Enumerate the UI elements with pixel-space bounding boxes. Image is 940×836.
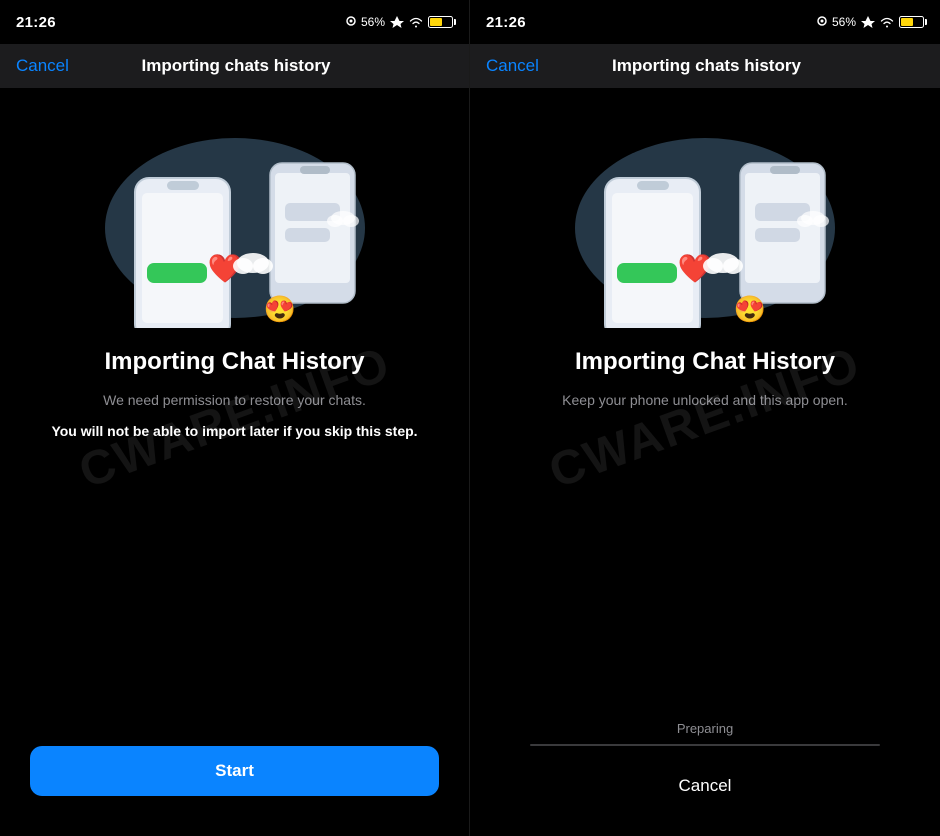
wifi-icon-left (409, 17, 423, 28)
cancel-nav-right[interactable]: Cancel (486, 56, 539, 76)
nav-title-left: Importing chats history (142, 56, 331, 76)
right-phone-screen: CWARE.INFO 21:26 56% Cancel Importing ch… (470, 0, 940, 836)
warning-text-left: You will not be able to import later if … (51, 421, 417, 442)
description-left: We need permission to restore your chats… (103, 390, 366, 411)
content-left: ❤️ 😍 Importing Chat History We need perm… (0, 88, 469, 836)
nav-bar-right: Cancel Importing chats history (470, 44, 940, 88)
airplane-icon-right (861, 16, 875, 28)
svg-text:😍: 😍 (734, 294, 766, 324)
status-icons-left: 56% (346, 15, 453, 29)
description-right: Keep your phone unlocked and this app op… (562, 390, 848, 411)
battery-percent-right: 56% (832, 15, 856, 29)
heading-right: Importing Chat History (575, 348, 835, 376)
status-time-left: 21:26 (16, 14, 56, 31)
progress-label: Preparing (530, 721, 880, 736)
cancel-button-left[interactable]: Cancel (16, 56, 69, 76)
illustration-right: ❤️ 😍 (555, 108, 855, 328)
status-icons-right: 56% (817, 15, 924, 29)
wifi-icon-right (880, 17, 894, 28)
status-bar-left: 21:26 56% (0, 0, 469, 44)
airplane-icon-left (390, 16, 404, 28)
heading-left: Importing Chat History (104, 348, 364, 376)
content-right: ❤️ 😍 Importing Chat History Keep your ph… (470, 88, 940, 836)
progress-section: Preparing (500, 721, 910, 746)
nav-bar-left: Cancel Importing chats history (0, 44, 469, 88)
location-icon-left (346, 16, 356, 28)
status-time-right: 21:26 (486, 14, 526, 31)
status-bar-right: 21:26 56% (470, 0, 940, 44)
svg-text:😍: 😍 (263, 294, 295, 324)
cancel-button-right[interactable]: Cancel (500, 766, 910, 806)
nav-title-right: Importing chats history (612, 56, 801, 76)
illustration-left: ❤️ 😍 (85, 108, 385, 328)
battery-icon-left (428, 16, 453, 28)
battery-percent-left: 56% (361, 15, 385, 29)
progress-bar-track (530, 744, 880, 746)
battery-icon-right (899, 16, 924, 28)
start-button[interactable]: Start (30, 746, 439, 796)
left-phone-screen: CWARE.INFO 21:26 56% Cancel Importing ch… (0, 0, 470, 836)
location-icon-right (817, 16, 827, 28)
